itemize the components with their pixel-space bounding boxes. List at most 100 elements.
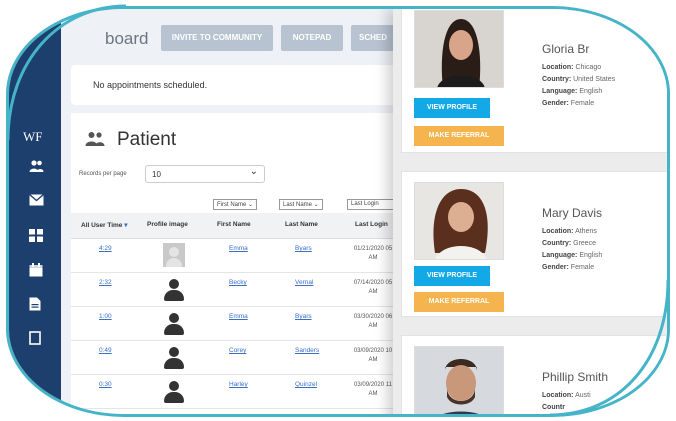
last-login-date: 03/09/2020 10 bbox=[353, 348, 393, 354]
last-login-ampm: AM bbox=[368, 357, 378, 363]
view-profile-button[interactable]: VIEW PROFILE bbox=[414, 98, 490, 118]
export-icon[interactable] bbox=[29, 331, 44, 345]
screenshot-stage: WF board INVITE TO COMMUNITY NOTEPAD SCH… bbox=[0, 0, 676, 421]
last-name-link[interactable]: Vernal bbox=[295, 279, 313, 286]
appointments-box: No appointments scheduled. bbox=[71, 65, 401, 105]
view-profile-button[interactable]: VIEW PROFILE bbox=[414, 266, 490, 286]
sidebar: WF bbox=[9, 9, 61, 414]
first-name-link[interactable]: Emma bbox=[229, 313, 248, 320]
info-value: Chicago bbox=[575, 64, 602, 71]
location-line: Location: Athens bbox=[542, 226, 602, 238]
mail-icon[interactable] bbox=[29, 193, 44, 207]
profile-photo bbox=[163, 243, 185, 267]
make-referral-button[interactable]: MAKE REFERRAL bbox=[414, 292, 504, 312]
provider-photo bbox=[414, 346, 504, 414]
info-label: Country: bbox=[542, 76, 572, 83]
sidebar-brand: WF bbox=[23, 129, 43, 144]
last-name-link[interactable]: Byars bbox=[295, 313, 312, 320]
records-per-page-value: 10 bbox=[152, 170, 161, 179]
calendar-icon[interactable] bbox=[29, 263, 44, 277]
records-per-page-select[interactable]: 10 bbox=[145, 165, 265, 183]
first-name-link[interactable]: Harley bbox=[229, 381, 248, 388]
table-row: 0:30 Harley Quinzel 03/09/2020 11 AM bbox=[71, 375, 401, 409]
provider-photo bbox=[414, 182, 504, 260]
info-value: Greece bbox=[573, 240, 597, 247]
sort-down-icon: ▾ bbox=[124, 222, 128, 229]
country-line: Countr bbox=[542, 402, 591, 414]
col-header-time[interactable]: All User Time ▾ bbox=[81, 221, 128, 229]
country-line: Country: Greece bbox=[542, 238, 602, 250]
provider-cards-panel: Gloria Br Location: Chicago Country: Uni… bbox=[393, 9, 667, 414]
last-login-ampm: AM bbox=[368, 255, 378, 261]
provider-name: Gloria Br bbox=[542, 42, 590, 56]
profile-placeholder-icon bbox=[164, 313, 184, 335]
profile-placeholder-icon bbox=[164, 279, 184, 301]
first-name-link[interactable]: Becky bbox=[229, 279, 247, 286]
provider-card: Gloria Br Location: Chicago Country: Uni… bbox=[401, 9, 667, 153]
users-icon[interactable] bbox=[29, 159, 44, 173]
gender-line: Gender: Female bbox=[542, 262, 602, 274]
language-line: Language: English bbox=[542, 86, 615, 98]
notepad-button[interactable]: NOTEPAD bbox=[281, 25, 343, 51]
provider-name: Mary Davis bbox=[542, 206, 603, 220]
provider-photo bbox=[414, 10, 504, 88]
provider-info: Location: Austi Countr bbox=[542, 390, 591, 414]
page-title: board bbox=[105, 29, 149, 48]
time-link[interactable]: 0:30 bbox=[99, 381, 112, 388]
last-login-date: 01/21/2020 05 bbox=[353, 246, 393, 252]
info-label: Language: bbox=[542, 252, 578, 259]
info-label: Location: bbox=[542, 64, 574, 71]
country-line: Country: United States bbox=[542, 74, 615, 86]
language-line: Language: English bbox=[542, 250, 602, 262]
first-name-link[interactable]: Emma bbox=[229, 245, 248, 252]
time-link[interactable]: 0:49 bbox=[99, 347, 112, 354]
provider-info: Location: Athens Country: Greece Languag… bbox=[542, 226, 602, 274]
last-name-link[interactable]: Byars bbox=[295, 245, 312, 252]
col-header-last-name[interactable]: Last Name bbox=[285, 221, 318, 228]
profile-placeholder-icon bbox=[164, 381, 184, 403]
info-value: English bbox=[579, 252, 603, 259]
first-name-filter[interactable]: First Name ⌄ bbox=[213, 199, 258, 210]
last-login-date: 07/14/2020 05 bbox=[353, 280, 393, 286]
provider-info: Location: Chicago Country: United States… bbox=[542, 62, 615, 110]
last-name-filter[interactable]: Last Name ⌄ bbox=[279, 199, 323, 210]
info-label: Gender: bbox=[542, 100, 569, 107]
time-link[interactable]: 1:00 bbox=[99, 313, 112, 320]
table-row: 4:29 Emma Byars 01/21/2020 05 AM bbox=[71, 239, 401, 273]
info-value: United States bbox=[573, 76, 616, 83]
grid-icon[interactable] bbox=[29, 229, 44, 243]
last-login-date: 03/09/2020 11 bbox=[354, 382, 392, 388]
col-header-last-login[interactable]: Last Login bbox=[355, 221, 388, 228]
info-value: Austi bbox=[575, 392, 591, 399]
last-login-date: 03/30/2020 06 bbox=[353, 314, 393, 320]
last-name-link[interactable]: Sanders bbox=[295, 347, 319, 354]
info-value: Athens bbox=[575, 228, 597, 235]
first-name-link[interactable]: Corey bbox=[229, 347, 246, 354]
appointments-message: No appointments scheduled. bbox=[93, 80, 208, 90]
last-login-ampm: AM bbox=[368, 289, 378, 295]
patient-title: Patient bbox=[117, 129, 177, 150]
info-label: Countr bbox=[542, 404, 565, 411]
document-icon[interactable] bbox=[29, 297, 44, 311]
provider-card: Mary Davis Location: Athens Country: Gre… bbox=[401, 171, 667, 317]
time-link[interactable]: 4:29 bbox=[99, 245, 112, 252]
people-icon bbox=[85, 131, 105, 147]
info-value: Female bbox=[570, 264, 595, 271]
first-name-filter-label: First Name bbox=[217, 202, 247, 208]
last-name-link[interactable]: Quinzel bbox=[295, 381, 317, 388]
location-line: Location: Austi bbox=[542, 390, 591, 402]
app-window: WF board INVITE TO COMMUNITY NOTEPAD SCH… bbox=[6, 6, 670, 417]
invite-to-community-button[interactable]: INVITE TO COMMUNITY bbox=[161, 25, 273, 51]
info-label: Language: bbox=[542, 88, 578, 95]
make-referral-button[interactable]: MAKE REFERRAL bbox=[414, 126, 504, 146]
patient-panel: Patient Records per page 10 First Name ⌄… bbox=[71, 113, 407, 414]
records-per-page-label: Records per page bbox=[79, 171, 127, 177]
last-name-filter-label: Last Name bbox=[283, 202, 313, 208]
info-value: English bbox=[579, 88, 603, 95]
last-login-filter-label: Last Login bbox=[351, 201, 379, 207]
table-row: 1:00 Emma Byars 03/30/2020 06 AM bbox=[71, 307, 401, 341]
table-header: All User Time ▾ Profile image First Name… bbox=[71, 213, 401, 239]
last-login-ampm: AM bbox=[368, 323, 378, 329]
col-header-first-name[interactable]: First Name bbox=[217, 221, 251, 228]
time-link[interactable]: 2:32 bbox=[99, 279, 112, 286]
